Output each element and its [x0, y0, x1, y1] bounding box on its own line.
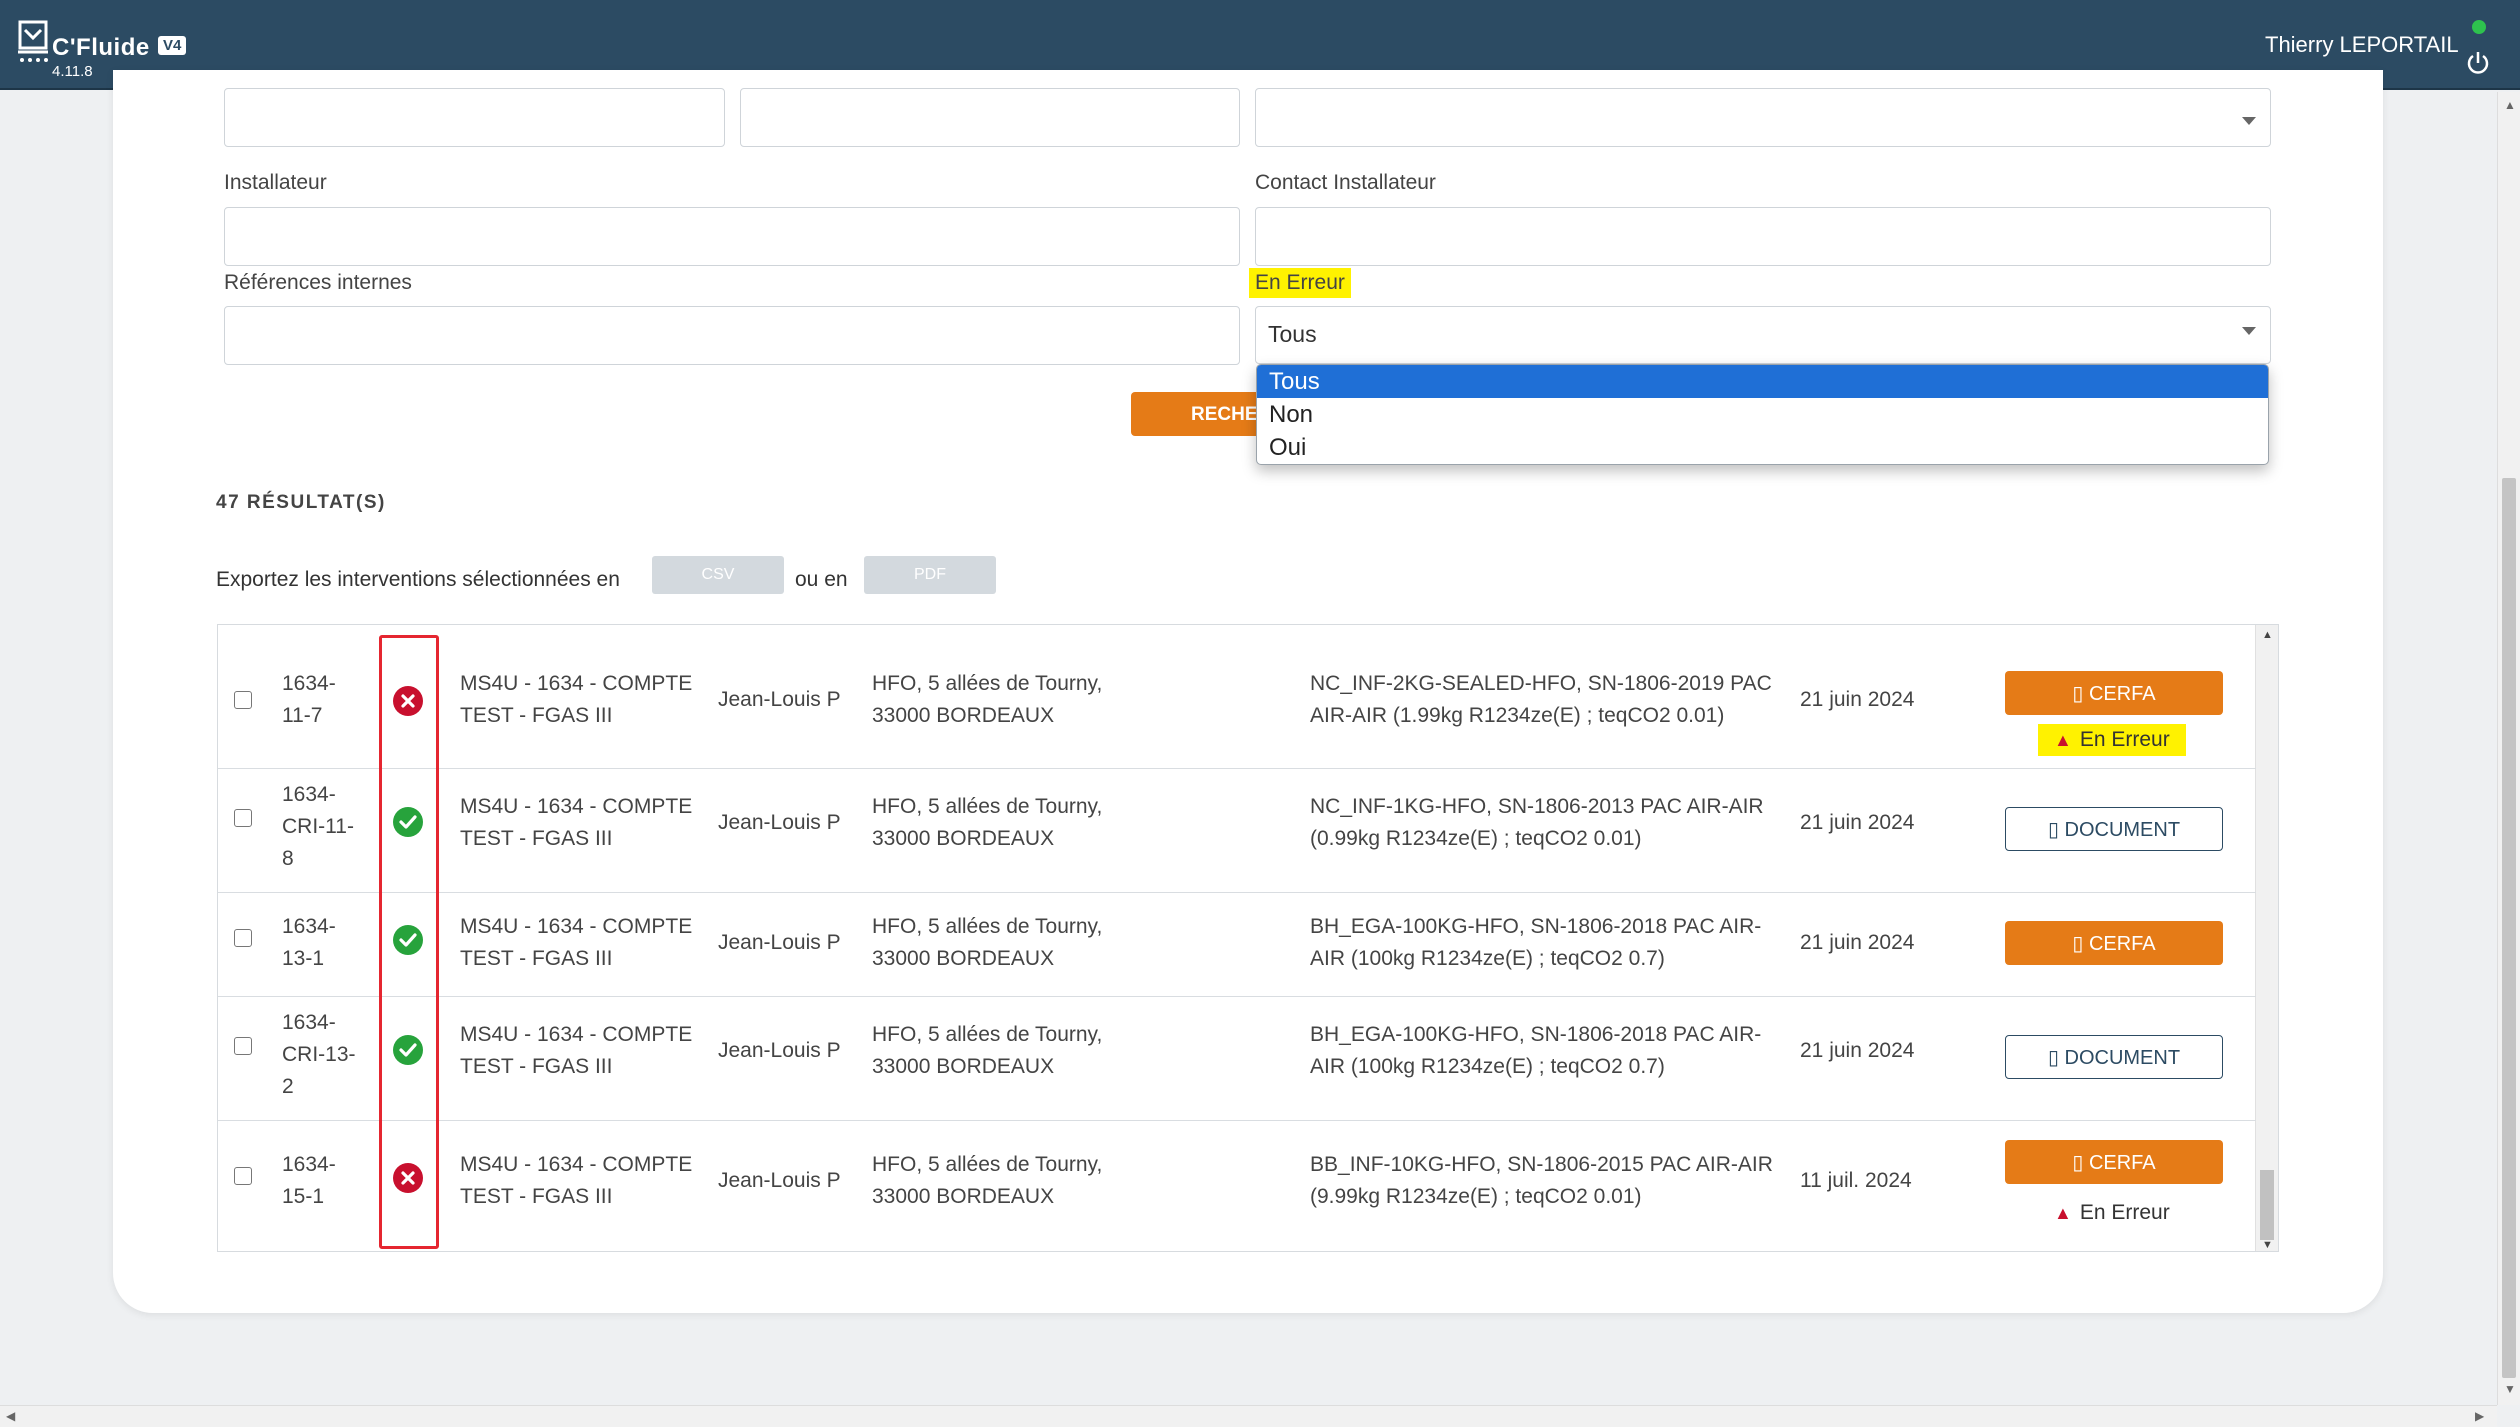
dropdown-option-oui[interactable]: Oui [1257, 431, 2268, 464]
equipment: BB_INF-10KG-HFO, SN-1806-2015 PAC AIR-AI… [1310, 1153, 1773, 1208]
intervention-id: 1634- CRI-11- 8 [282, 783, 354, 870]
chevron-down-icon [2242, 327, 2256, 335]
equipment: NC_INF-2KG-SEALED-HFO, SN-1806-2019 PAC A… [1310, 672, 1772, 727]
row-checkbox[interactable] [234, 691, 252, 709]
intervention-id: 1634- 11-7 [282, 672, 336, 727]
field-top-2[interactable] [740, 88, 1240, 147]
page-scroll-thumb[interactable] [2502, 478, 2516, 1378]
table-row: 1634- CRI-13- 2 MS4U - 1634 - COMPTE TEST -… [218, 997, 2256, 1121]
address: HFO, 5 allées de Tourny, 33000 BORDEAUX [872, 915, 1103, 970]
error-indicator: ▲ En Erreur [2038, 724, 2186, 756]
dropdown-option-non[interactable]: Non [1257, 398, 2268, 431]
equipment: BH_EGA-100KG-HFO, SN-1806-2018 PAC AIR- A… [1310, 915, 1762, 970]
status-column-annotation [379, 635, 439, 1249]
search-button[interactable]: RECHERCHER [1131, 392, 1261, 436]
scroll-left-icon[interactable]: ◀ [6, 1409, 15, 1423]
page-vertical-scrollbar[interactable]: ▲ ▼ [2497, 92, 2520, 1405]
document-icon: ▯ [2072, 933, 2089, 955]
date: 21 juin 2024 [1800, 931, 1915, 954]
select-top-3[interactable] [1255, 88, 2271, 147]
power-icon[interactable] [2465, 50, 2491, 76]
site-name: MS4U - 1634 - COMPTE TEST - FGAS III [460, 672, 693, 727]
document-icon: ▯ [2072, 683, 2089, 705]
export-pdf-button[interactable]: PDF [864, 556, 996, 594]
installateur-label: Installateur [224, 171, 327, 194]
table-scroll-thumb[interactable] [2260, 1170, 2274, 1240]
warning-icon: ▲ [2054, 1203, 2072, 1223]
warning-icon: ▲ [2054, 730, 2072, 750]
document-icon: ▯ [2047, 819, 2065, 841]
row-checkbox[interactable] [234, 929, 252, 947]
technician: Jean-Louis P [718, 811, 841, 834]
intervention-id: 1634- CRI-13- 2 [282, 1011, 356, 1098]
export-prefix-text: Exportez les interventions sélectionnées… [216, 568, 620, 591]
technician: Jean-Louis P [718, 1039, 841, 1062]
address: HFO, 5 allées de Tourny, 33000 BORDEAUX [872, 1023, 1103, 1078]
references-internes-label: Références internes [224, 271, 412, 294]
table-row: 1634- 11-7 MS4U - 1634 - COMPTE TEST - FGA… [218, 634, 2256, 769]
date: 21 juin 2024 [1800, 811, 1915, 834]
intervention-id: 1634- 15-1 [282, 1153, 336, 1208]
document-icon: ▯ [2047, 1047, 2065, 1069]
technician: Jean-Louis P [718, 931, 841, 954]
chevron-down-icon [2242, 117, 2256, 125]
row-checkbox[interactable] [234, 809, 252, 827]
contact-installateur-label: Contact Installateur [1255, 171, 1436, 194]
build-number: 4.11.8 [52, 63, 93, 80]
en-erreur-label: En Erreur [1249, 268, 1351, 298]
equipment: BH_EGA-100KG-HFO, SN-1806-2018 PAC AIR- A… [1310, 1023, 1762, 1078]
scroll-down-icon[interactable]: ▼ [2504, 1382, 2516, 1396]
date: 21 juin 2024 [1800, 688, 1915, 711]
references-internes-input[interactable] [224, 306, 1240, 365]
technician: Jean-Louis P [718, 1169, 841, 1192]
online-status-indicator [2472, 20, 2486, 34]
field-top-1[interactable] [224, 88, 725, 147]
address: HFO, 5 allées de Tourny, 33000 BORDEAUX [872, 795, 1103, 850]
en-erreur-select[interactable]: Tous [1255, 306, 2271, 364]
document-button[interactable]: ▯ DOCUMENT [2005, 1035, 2223, 1079]
table-scrollbar[interactable]: ▲ ▼ [2255, 625, 2278, 1251]
site-name: MS4U - 1634 - COMPTE TEST - FGAS III [460, 795, 693, 850]
cerfa-button[interactable]: ▯ CERFA [2005, 921, 2223, 965]
row-checkbox[interactable] [234, 1037, 252, 1055]
results-count: 47 RÉSULTAT(S) [216, 492, 386, 513]
intervention-id: 1634- 13-1 [282, 915, 336, 970]
table-row: 1634- CRI-11- 8 MS4U - 1634 - COMPTE TEST -… [218, 769, 2256, 893]
table-row: 1634- 13-1 MS4U - 1634 - COMPTE TEST - FGA… [218, 893, 2256, 997]
site-name: MS4U - 1634 - COMPTE TEST - FGAS III [460, 915, 693, 970]
export-csv-button[interactable]: CSV [652, 556, 784, 594]
app-brand: C'Fluide [52, 34, 150, 61]
scroll-up-icon[interactable]: ▲ [2504, 98, 2516, 112]
address: HFO, 5 allées de Tourny, 33000 BORDEAUX [872, 1153, 1103, 1208]
scroll-down-icon[interactable]: ▼ [2262, 1239, 2273, 1251]
address: HFO, 5 allées de Tourny, 33000 BORDEAUX [872, 672, 1103, 727]
technician: Jean-Louis P [718, 688, 841, 711]
version-badge: V4 [158, 36, 187, 55]
date: 11 juil. 2024 [1800, 1169, 1912, 1192]
user-name[interactable]: Thierry LEPORTAIL [2265, 32, 2459, 58]
en-erreur-selected-value: Tous [1268, 321, 1317, 347]
interventions-table: ▲ ▼ 1634- 11-7 MS4U - 1634 - COMPTE TEST -… [217, 624, 2279, 1252]
table-row: 1634- 15-1 MS4U - 1634 - COMPTE TEST - FGA… [218, 1121, 2256, 1251]
site-name: MS4U - 1634 - COMPTE TEST - FGAS III [460, 1153, 693, 1208]
cerfa-button[interactable]: ▯ CERFA [2005, 671, 2223, 715]
scroll-right-icon[interactable]: ▶ [2475, 1409, 2484, 1423]
contact-installateur-input[interactable] [1255, 207, 2271, 266]
document-button[interactable]: ▯ DOCUMENT [2005, 807, 2223, 851]
site-name: MS4U - 1634 - COMPTE TEST - FGAS III [460, 1023, 693, 1078]
installateur-input[interactable] [224, 207, 1240, 266]
scroll-up-icon[interactable]: ▲ [2262, 629, 2273, 641]
date: 21 juin 2024 [1800, 1039, 1915, 1062]
page-horizontal-scrollbar[interactable]: ◀ ▶ [0, 1405, 2497, 1427]
error-indicator: ▲ En Erreur [2054, 1201, 2170, 1224]
dropdown-option-tous[interactable]: Tous [1257, 365, 2268, 398]
export-or-text: ou en [795, 568, 848, 591]
en-erreur-dropdown: Tous Non Oui [1256, 364, 2269, 465]
equipment: NC_INF-1KG-HFO, SN-1806-2013 PAC AIR-AIR… [1310, 795, 1764, 850]
document-icon: ▯ [2072, 1152, 2089, 1174]
cerfa-button[interactable]: ▯ CERFA [2005, 1140, 2223, 1184]
row-checkbox[interactable] [234, 1167, 252, 1185]
